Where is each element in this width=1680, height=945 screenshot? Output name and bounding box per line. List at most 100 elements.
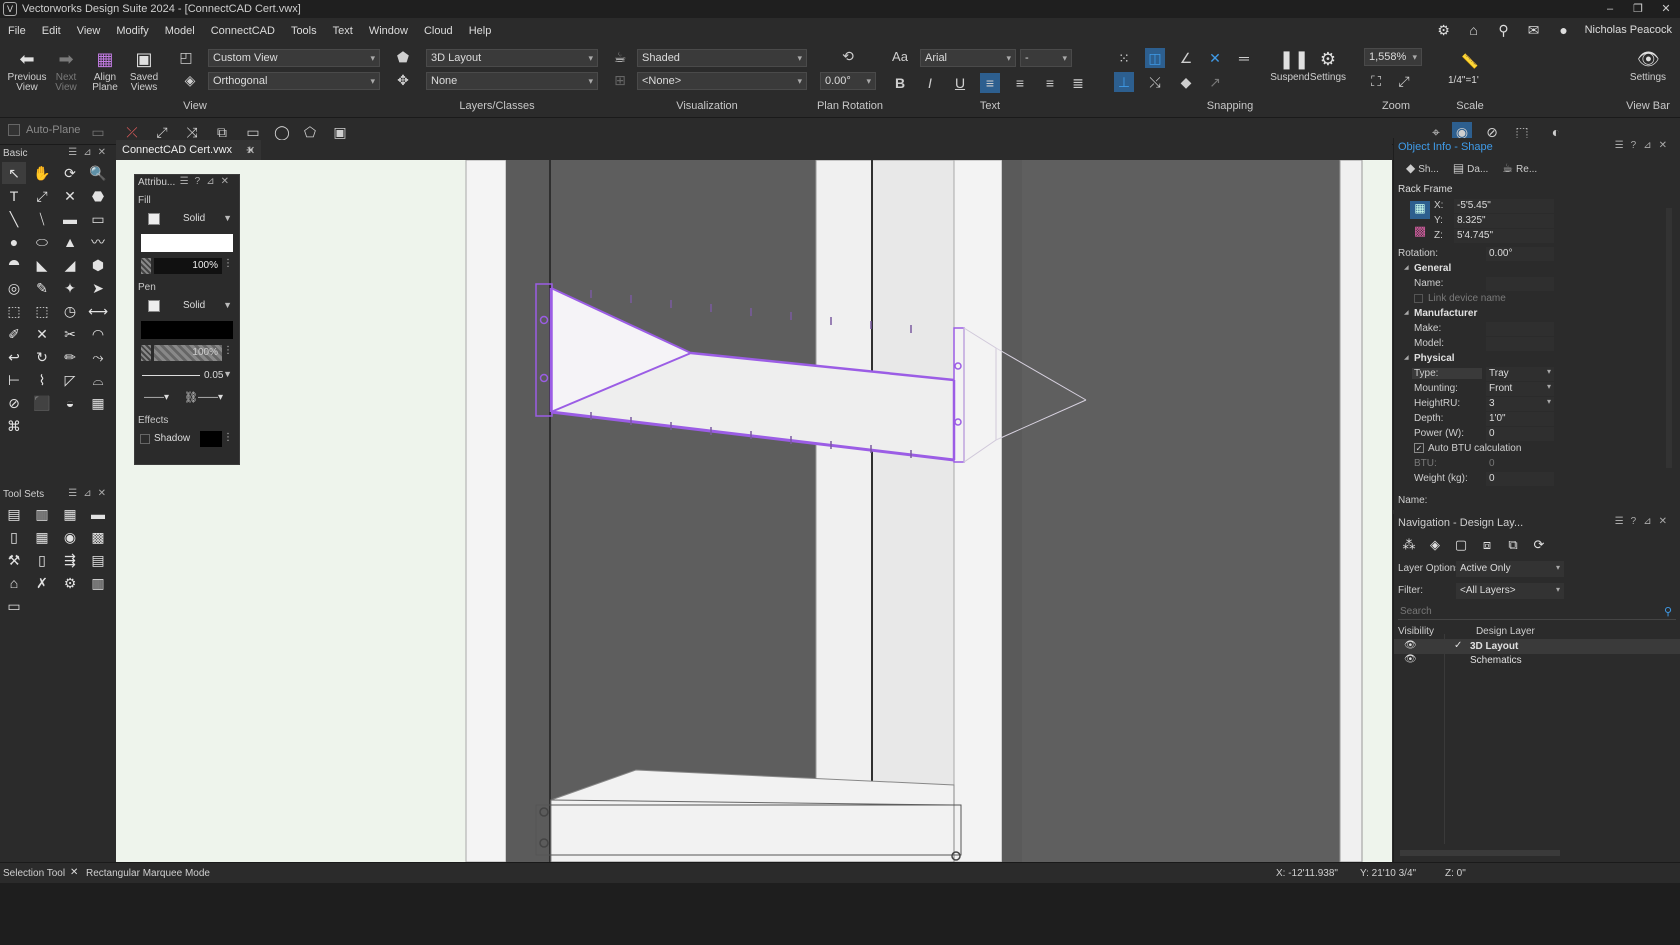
menu-view[interactable]: View: [69, 25, 109, 37]
shadow-row[interactable]: Shadow ⋮: [138, 429, 236, 451]
chevron-down-icon[interactable]: ▼: [223, 369, 232, 379]
snapping-settings-button[interactable]: ⚙ Settings: [1308, 48, 1348, 83]
user-icon[interactable]: ●: [1555, 21, 1573, 39]
tab-render[interactable]: ☕ Re...: [1498, 158, 1541, 180]
toolset-tool-4-icon[interactable]: ▯: [2, 526, 26, 548]
link-device-checkbox[interactable]: [1414, 294, 1423, 303]
basic-tool-44-icon[interactable]: ⌘: [2, 415, 26, 437]
rack-side-panel[interactable]: [1022, 160, 1340, 862]
menu-tools[interactable]: Tools: [283, 25, 325, 37]
basic-tool-17-icon[interactable]: ◣: [30, 254, 54, 276]
basic-tool-42-icon[interactable]: ◒: [58, 392, 82, 414]
gear-icon[interactable]: ⚙: [1435, 21, 1453, 39]
toolset-tool-5-icon[interactable]: ▦: [30, 526, 54, 548]
basic-tool-21-icon[interactable]: ✎: [30, 277, 54, 299]
layer-row[interactable]: 👁 ✓ 3D Layout: [1394, 640, 1680, 654]
basic-tool-11-icon[interactable]: ▭: [86, 208, 110, 230]
basic-tool-4-icon[interactable]: T: [2, 185, 26, 207]
shadow-checkbox[interactable]: [140, 434, 150, 444]
pen-opacity[interactable]: 100%: [154, 345, 222, 361]
y-field[interactable]: 8.325": [1454, 214, 1554, 228]
make-field[interactable]: [1486, 322, 1554, 336]
rectangle-marquee-icon[interactable]: ▭: [243, 122, 263, 142]
toolset-tool-3-icon[interactable]: ▬: [86, 503, 110, 525]
basic-tool-38-icon[interactable]: ◸: [58, 369, 82, 391]
physical-group[interactable]: Physical: [1394, 352, 1680, 367]
underline-icon[interactable]: U: [950, 73, 970, 93]
transform-icon[interactable]: ⤢: [152, 122, 172, 142]
toolset-tool-7-icon[interactable]: ▩: [86, 526, 110, 548]
italic-icon[interactable]: I: [920, 73, 940, 93]
x-field[interactable]: -5'5.45": [1454, 199, 1554, 213]
snap-tangent-icon[interactable]: ⊥: [1114, 72, 1134, 92]
layers-icon[interactable]: ◈: [1426, 536, 1444, 554]
toolset-tool-0-icon[interactable]: ▤: [2, 503, 26, 525]
drawing-canvas[interactable]: [116, 160, 1392, 862]
interactive-scale-icon[interactable]: ⧉: [212, 122, 232, 142]
basic-tool-43-icon[interactable]: ▦: [86, 392, 110, 414]
rack-outer-post[interactable]: [1339, 160, 1363, 862]
basic-tool-32-icon[interactable]: ↩: [2, 346, 26, 368]
close-icon[interactable]: ✕: [70, 867, 78, 878]
view-combo[interactable]: Custom View: [208, 49, 380, 67]
auto-btu-checkbox[interactable]: ✓: [1414, 443, 1424, 453]
align-left-icon[interactable]: ≡: [980, 73, 1000, 93]
maximize-button[interactable]: ❐: [1624, 0, 1652, 18]
basic-tool-16-icon[interactable]: ⯊: [2, 254, 26, 276]
next-view-button[interactable]: ➡ Next View: [46, 48, 86, 93]
basic-tool-41-icon[interactable]: ⬛: [30, 392, 54, 414]
basic-tool-25-icon[interactable]: ⬚: [30, 300, 54, 322]
palette-controls[interactable]: ☰⊿✕: [68, 488, 112, 499]
user-name[interactable]: Nicholas Peacock: [1585, 24, 1672, 36]
zoom-combo[interactable]: 1,558%: [1364, 48, 1422, 66]
toolset-tool-9-icon[interactable]: ▯: [30, 549, 54, 571]
more-options-icon[interactable]: ⋮: [223, 345, 233, 356]
basic-tool-6-icon[interactable]: ✕: [58, 185, 82, 207]
menu-edit[interactable]: Edit: [34, 25, 69, 37]
basic-tool-23-icon[interactable]: ➤: [86, 277, 110, 299]
add-tab-button[interactable]: +: [246, 142, 254, 157]
projection-combo[interactable]: Orthogonal: [208, 72, 380, 90]
pen-style-row[interactable]: Solid ▼: [138, 296, 236, 318]
basic-tool-0-icon[interactable]: ↖: [2, 162, 26, 184]
basic-tool-9-icon[interactable]: ⧹: [30, 208, 54, 230]
layer-options-select[interactable]: Active Only: [1456, 561, 1564, 577]
toolset-tool-14-icon[interactable]: ⚙: [58, 572, 82, 594]
tab-data[interactable]: ▤ Da...: [1449, 158, 1492, 180]
rack-drawing[interactable]: [116, 160, 1392, 862]
references-icon[interactable]: ⧉: [1504, 536, 1522, 554]
auto-plane-toggle[interactable]: Auto-Plane: [8, 124, 80, 136]
menu-connectcad[interactable]: ConnectCAD: [203, 25, 283, 37]
font-size-combo[interactable]: -: [1020, 49, 1072, 67]
basic-tool-29-icon[interactable]: ✕: [30, 323, 54, 345]
search-icon[interactable]: ⚲: [1664, 605, 1672, 618]
fill-color-bar[interactable]: [141, 234, 233, 252]
zoom-fit-icon[interactable]: ⛶: [1366, 71, 1386, 91]
rack-middle-post[interactable]: [815, 160, 873, 791]
basic-tool-15-icon[interactable]: 〰: [86, 231, 110, 253]
render-mode-combo[interactable]: Shaded: [637, 49, 807, 67]
basic-tool-28-icon[interactable]: ✐: [2, 323, 26, 345]
bold-icon[interactable]: B: [890, 73, 910, 93]
snap-intersection-icon[interactable]: ✕: [1205, 48, 1225, 68]
design-layer-column-header[interactable]: Design Layer: [1472, 624, 1539, 639]
end-marker-icon[interactable]: ——▾: [198, 392, 223, 403]
basic-tool-35-icon[interactable]: ⤳: [86, 346, 110, 368]
z-field[interactable]: 5'4.745": [1454, 229, 1554, 243]
rack-left-post[interactable]: [465, 160, 507, 862]
snap-working-plane-icon[interactable]: ↗: [1205, 72, 1225, 92]
menu-text[interactable]: Text: [325, 25, 361, 37]
eye-icon[interactable]: 👁: [1404, 654, 1417, 665]
auto-plane-checkbox[interactable]: [8, 124, 20, 136]
basic-tool-10-icon[interactable]: ▬: [58, 208, 82, 230]
viewport-icon[interactable]: ⧈: [1478, 536, 1496, 554]
menu-model[interactable]: Model: [157, 25, 203, 37]
snap-grid-icon[interactable]: ⁙: [1114, 48, 1134, 68]
sheet-icon[interactable]: ▢: [1452, 536, 1470, 554]
minimize-button[interactable]: –: [1596, 0, 1624, 18]
type-select[interactable]: Tray: [1486, 367, 1554, 381]
basic-tool-3-icon[interactable]: 🔍: [86, 162, 110, 184]
layer-row[interactable]: 👁 Schematics: [1394, 654, 1680, 668]
manufacturer-group[interactable]: Manufacturer: [1394, 307, 1680, 322]
close-window-button[interactable]: ✕: [1652, 0, 1680, 18]
